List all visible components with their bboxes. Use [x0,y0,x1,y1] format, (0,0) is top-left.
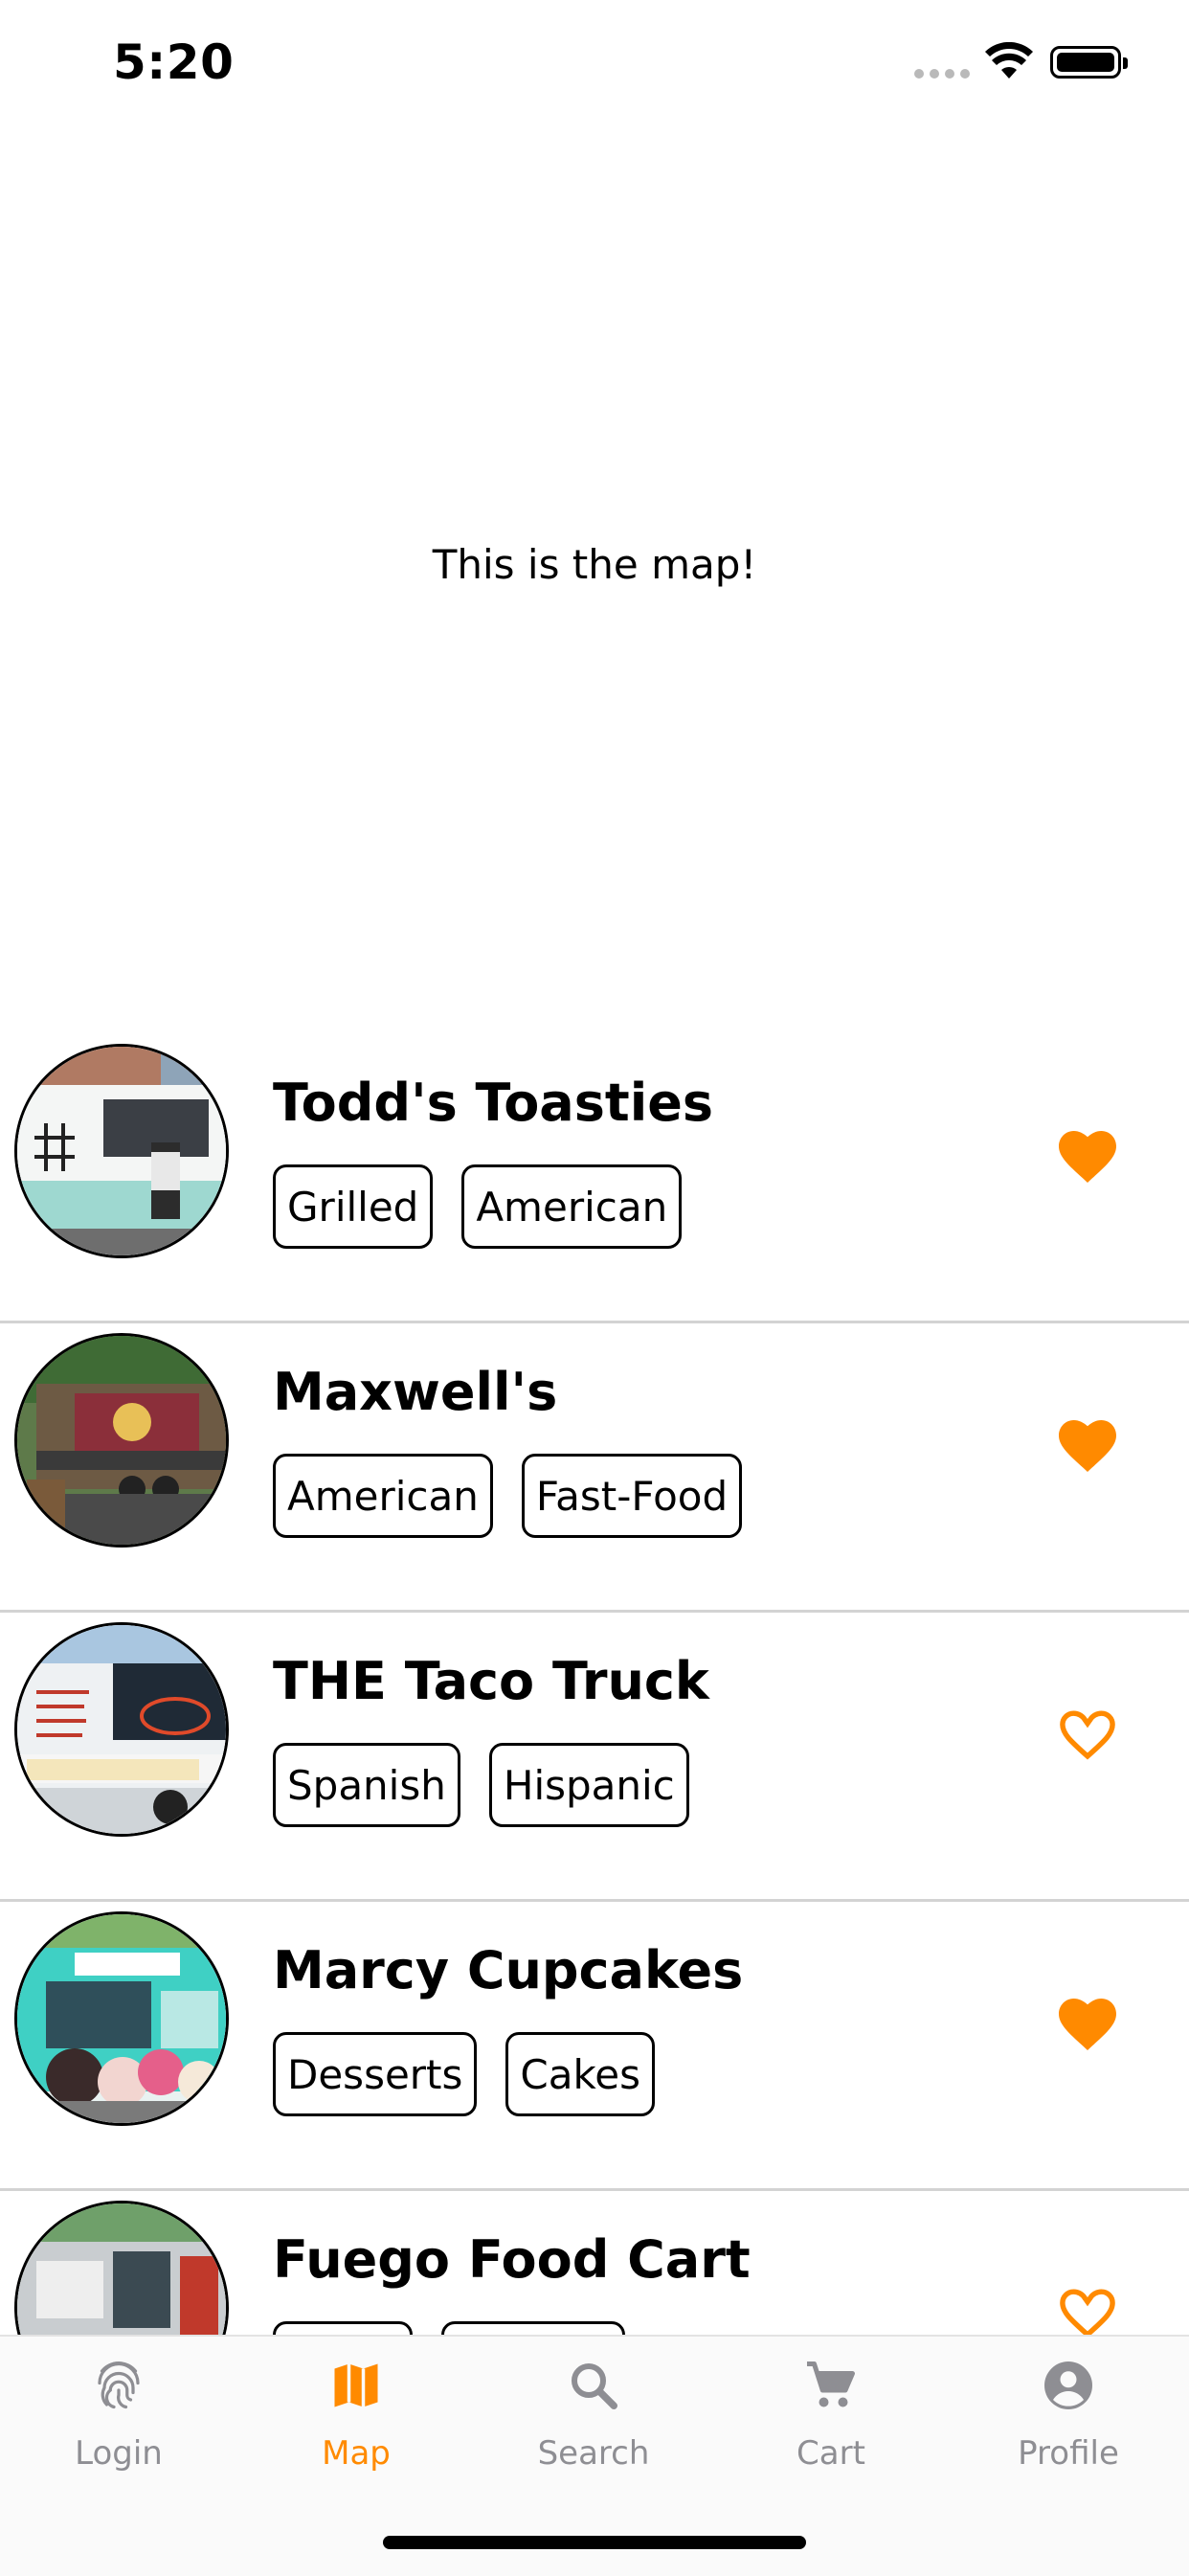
tab-profile[interactable]: Profile [950,2337,1187,2509]
favorite-heart-filled-icon[interactable] [1052,1412,1123,1475]
status-time: 5:20 [113,34,235,90]
profile-icon [1044,2361,1092,2409]
home-indicator [383,2536,806,2549]
truck-name: Marcy Cupcakes [273,1940,744,2000]
tab-cart[interactable]: Cart [712,2337,950,2509]
cellular-signal-icon [914,69,970,79]
tab-map[interactable]: Map [237,2337,475,2509]
map-icon [334,2363,378,2407]
truck-tags [273,2321,625,2335]
truck-name: Todd's Toasties [273,1073,713,1133]
favorite-heart-filled-icon[interactable] [1052,1990,1123,2053]
cuisine-tag [441,2321,625,2335]
cuisine-tag: Fast-Food [521,1454,743,1538]
status-bar: 5:20 [0,0,1189,134]
tab-search[interactable]: Search [475,2337,712,2509]
food-truck-list[interactable]: Todd's Toasties Grilled American Maxwell… [0,1034,1189,2335]
favorite-heart-outline-icon[interactable] [1052,2279,1123,2335]
truck-photo [14,1622,229,1837]
tab-label: Login [75,2434,163,2473]
fingerprint-icon [98,2361,140,2409]
truck-list-item[interactable]: THE Taco Truck Spanish Hispanic [0,1613,1189,1902]
truck-tags: American Fast-Food [273,1454,743,1538]
favorite-heart-outline-icon[interactable] [1052,1701,1123,1764]
tab-label: Search [537,2434,650,2473]
tab-login[interactable]: Login [0,2337,237,2509]
cuisine-tag: Grilled [273,1164,434,1249]
battery-icon [1050,46,1128,79]
truck-photo [14,1333,229,1548]
favorite-heart-filled-icon[interactable] [1052,1122,1123,1186]
cuisine-tag: Hispanic [488,1743,689,1827]
truck-photo [14,2201,229,2335]
cuisine-tag: Spanish [273,1743,460,1827]
truck-tags: Desserts Cakes [273,2032,656,2116]
map-view[interactable]: This is the map! [0,134,1189,1034]
truck-name: Fuego Food Cart [273,2229,751,2290]
truck-photo [14,1044,229,1258]
cart-icon [807,2361,855,2407]
cuisine-tag: Desserts [273,2032,478,2116]
wifi-icon [985,42,1033,79]
truck-name: THE Taco Truck [273,1651,709,1711]
cuisine-tag: American [461,1164,683,1249]
truck-name: Maxwell's [273,1362,558,1422]
tab-label: Map [322,2434,391,2473]
cuisine-tag: American [273,1454,493,1538]
map-placeholder-text: This is the map! [432,541,757,588]
cuisine-tag: Cakes [505,2032,656,2116]
search-icon [572,2363,617,2409]
truck-list-item[interactable]: Maxwell's American Fast-Food [0,1323,1189,1613]
truck-photo [14,1911,229,2126]
truck-list-item[interactable]: Marcy Cupcakes Desserts Cakes [0,1902,1189,2191]
tab-label: Cart [796,2434,865,2473]
tab-label: Profile [1018,2434,1119,2473]
truck-tags: Spanish Hispanic [273,1743,689,1827]
truck-list-item[interactable]: Fuego Food Cart [0,2191,1189,2335]
truck-tags: Grilled American [273,1164,683,1249]
truck-list-item[interactable]: Todd's Toasties Grilled American [0,1034,1189,1323]
cuisine-tag [273,2321,413,2335]
